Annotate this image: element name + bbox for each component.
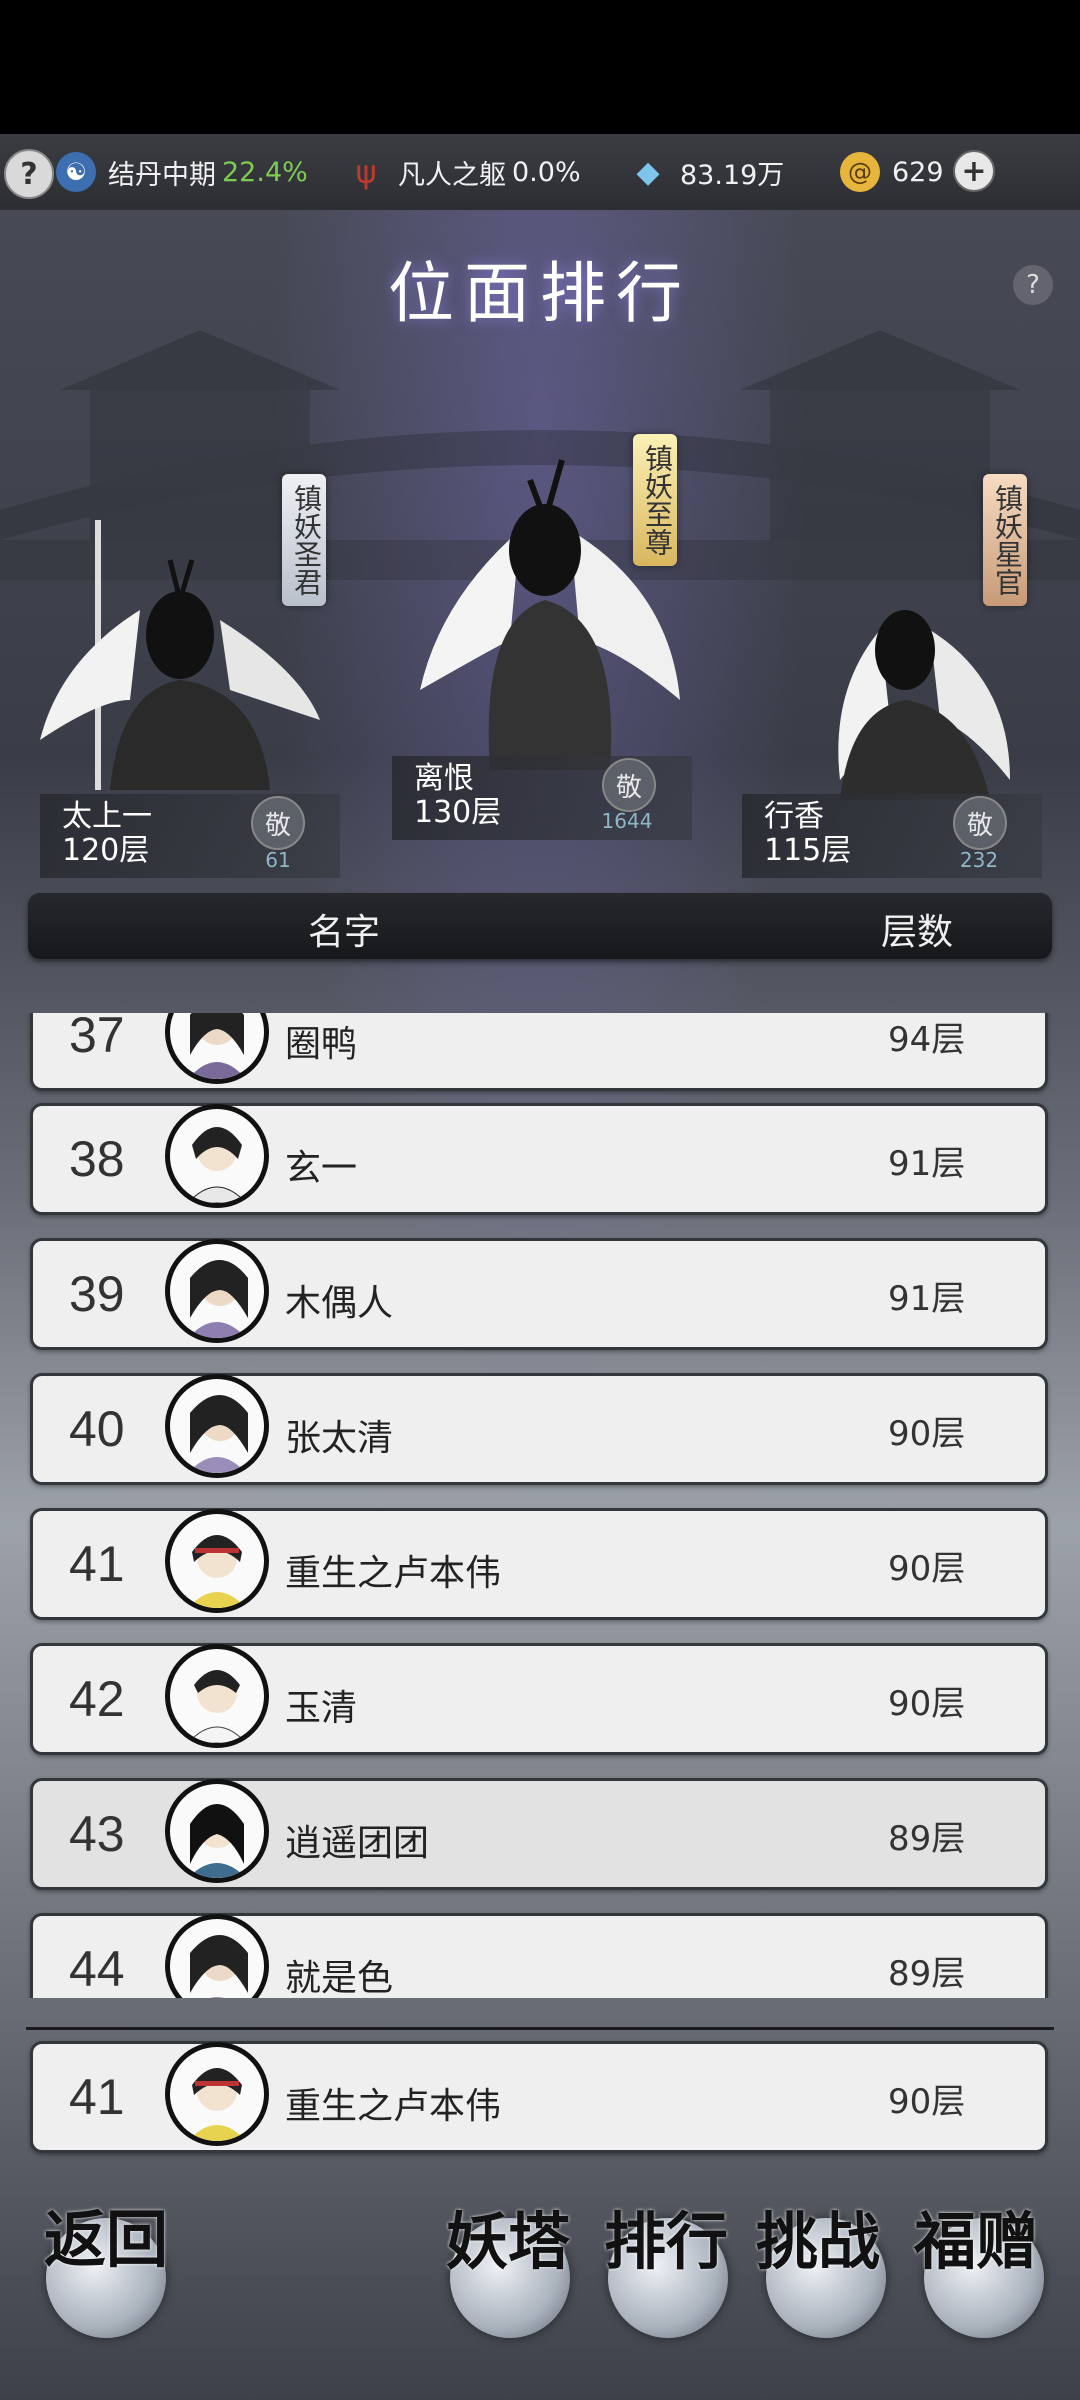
- table-row[interactable]: 42 玉清 90层: [30, 1643, 1048, 1755]
- player-avatar: [165, 1104, 269, 1208]
- row-player-name: 玄一: [285, 1148, 358, 1189]
- rank1-title-tag: 镇妖至尊: [633, 434, 677, 566]
- rank1-salute-button[interactable]: 敬: [602, 758, 656, 812]
- my-floors: 90层: [888, 2082, 966, 2122]
- row-rank: 37: [69, 1013, 125, 1063]
- row-floors: 94层: [888, 1020, 966, 1060]
- ranking-table-header: 名字 层数: [28, 893, 1052, 959]
- rank1-salute-count: 1644: [601, 809, 653, 833]
- row-player-name: 逍遥团团: [285, 1823, 430, 1864]
- rank3-salute-count: 232: [959, 848, 999, 872]
- page-title: 位面排行: [388, 255, 692, 332]
- list-divider: [26, 2027, 1054, 2030]
- table-row[interactable]: 38 玄一 91层: [30, 1103, 1048, 1215]
- question-mark-icon[interactable]: ?: [4, 149, 54, 199]
- rank3-salute-button[interactable]: 敬: [953, 796, 1007, 850]
- player-avatar: [165, 1013, 269, 1084]
- tower-button-label: 妖塔: [446, 2205, 571, 2278]
- rank3-title-tag: 镇妖星官: [983, 474, 1027, 606]
- table-row[interactable]: 44 就是色 89层: [30, 1913, 1048, 1998]
- row-player-name: 圈鸭: [285, 1024, 358, 1065]
- coin-value: 629: [892, 156, 944, 188]
- back-button-label: 返回: [44, 2203, 169, 2276]
- coin-currency: @ 629: [840, 134, 944, 210]
- cultivation-percent: 22.4%: [222, 156, 308, 188]
- ranking-button-label: 排行: [604, 2205, 729, 2278]
- row-floors: 90层: [888, 1549, 966, 1589]
- trident-icon: ψ: [355, 153, 377, 191]
- rank2-salute-count: 61: [265, 848, 291, 872]
- player-avatar: [165, 1374, 269, 1478]
- row-player-name: 重生之卢本伟: [285, 1553, 502, 1594]
- player-avatar: [165, 1779, 269, 1883]
- row-rank: 44: [69, 1941, 125, 1997]
- cultivation-level: ☯ 结丹中期 22.4%: [56, 134, 308, 210]
- player-avatar: [165, 1509, 269, 1613]
- ranking-list[interactable]: 37 圈鸭 94层 38 玄一 91层 39 木偶人 91层 40 张太清 90…: [0, 1013, 1080, 1998]
- crystal-value: 83.19万: [680, 159, 785, 191]
- crystal-icon: ◆: [636, 154, 660, 190]
- row-floors: 89层: [888, 1819, 966, 1859]
- table-row[interactable]: 41 重生之卢本伟 90层: [30, 1508, 1048, 1620]
- my-avatar: [165, 2042, 269, 2146]
- row-rank: 39: [69, 1266, 125, 1322]
- status-bar: [0, 0, 1080, 134]
- row-rank: 38: [69, 1131, 125, 1187]
- row-player-name: 张太清: [285, 1418, 394, 1459]
- table-row[interactable]: 40 张太清 90层: [30, 1373, 1048, 1485]
- rank2-title-tag: 镇妖圣君: [282, 474, 326, 606]
- row-rank: 40: [69, 1401, 125, 1457]
- body-percent: 0.0%: [512, 156, 581, 188]
- column-name-header: 名字: [308, 912, 381, 953]
- my-player-name: 重生之卢本伟: [285, 2086, 502, 2127]
- row-player-name: 玉清: [285, 1688, 358, 1729]
- row-floors: 90层: [888, 1684, 966, 1724]
- table-row[interactable]: 39 木偶人 91层: [30, 1238, 1048, 1350]
- row-player-name: 木偶人: [285, 1283, 394, 1324]
- column-floors-header: 层数: [881, 912, 954, 953]
- my-rank: 41: [69, 2069, 125, 2125]
- row-rank: 41: [69, 1536, 125, 1592]
- table-row[interactable]: 43 逍遥团团 89层: [30, 1778, 1048, 1890]
- table-row[interactable]: 37 圈鸭 94层: [30, 1013, 1048, 1091]
- spiral-coin-icon: @: [840, 152, 880, 192]
- rank2-salute-button[interactable]: 敬: [251, 796, 305, 850]
- resource-bar: ? ☯ 结丹中期 22.4% ψ 凡人之躯 0.0% ◆ 83.19万 @ 62…: [0, 134, 1080, 212]
- body-level: ψ 凡人之躯 0.0%: [346, 134, 581, 210]
- challenge-button-label: 挑战: [756, 2205, 881, 2278]
- yin-yang-icon: ☯: [56, 152, 96, 192]
- crystal-currency: ◆ 83.19万: [628, 134, 784, 210]
- row-player-name: 就是色: [285, 1958, 394, 1998]
- row-floors: 91层: [888, 1279, 966, 1319]
- gift-button-label: 福赠: [914, 2205, 1039, 2278]
- plus-icon[interactable]: +: [953, 150, 995, 192]
- my-rank-row[interactable]: 41 重生之卢本伟 90层: [30, 2041, 1048, 2153]
- player-avatar: [165, 1644, 269, 1748]
- cultivation-label: 结丹中期: [108, 159, 216, 191]
- player-avatar: [165, 1914, 269, 1998]
- row-floors: 89层: [888, 1954, 966, 1994]
- row-rank: 42: [69, 1671, 125, 1727]
- help-icon[interactable]: ?: [1013, 265, 1053, 305]
- body-label: 凡人之躯: [398, 159, 506, 191]
- row-floors: 90层: [888, 1414, 966, 1454]
- row-rank: 43: [69, 1806, 125, 1862]
- player-avatar: [165, 1239, 269, 1343]
- row-floors: 91层: [888, 1144, 966, 1184]
